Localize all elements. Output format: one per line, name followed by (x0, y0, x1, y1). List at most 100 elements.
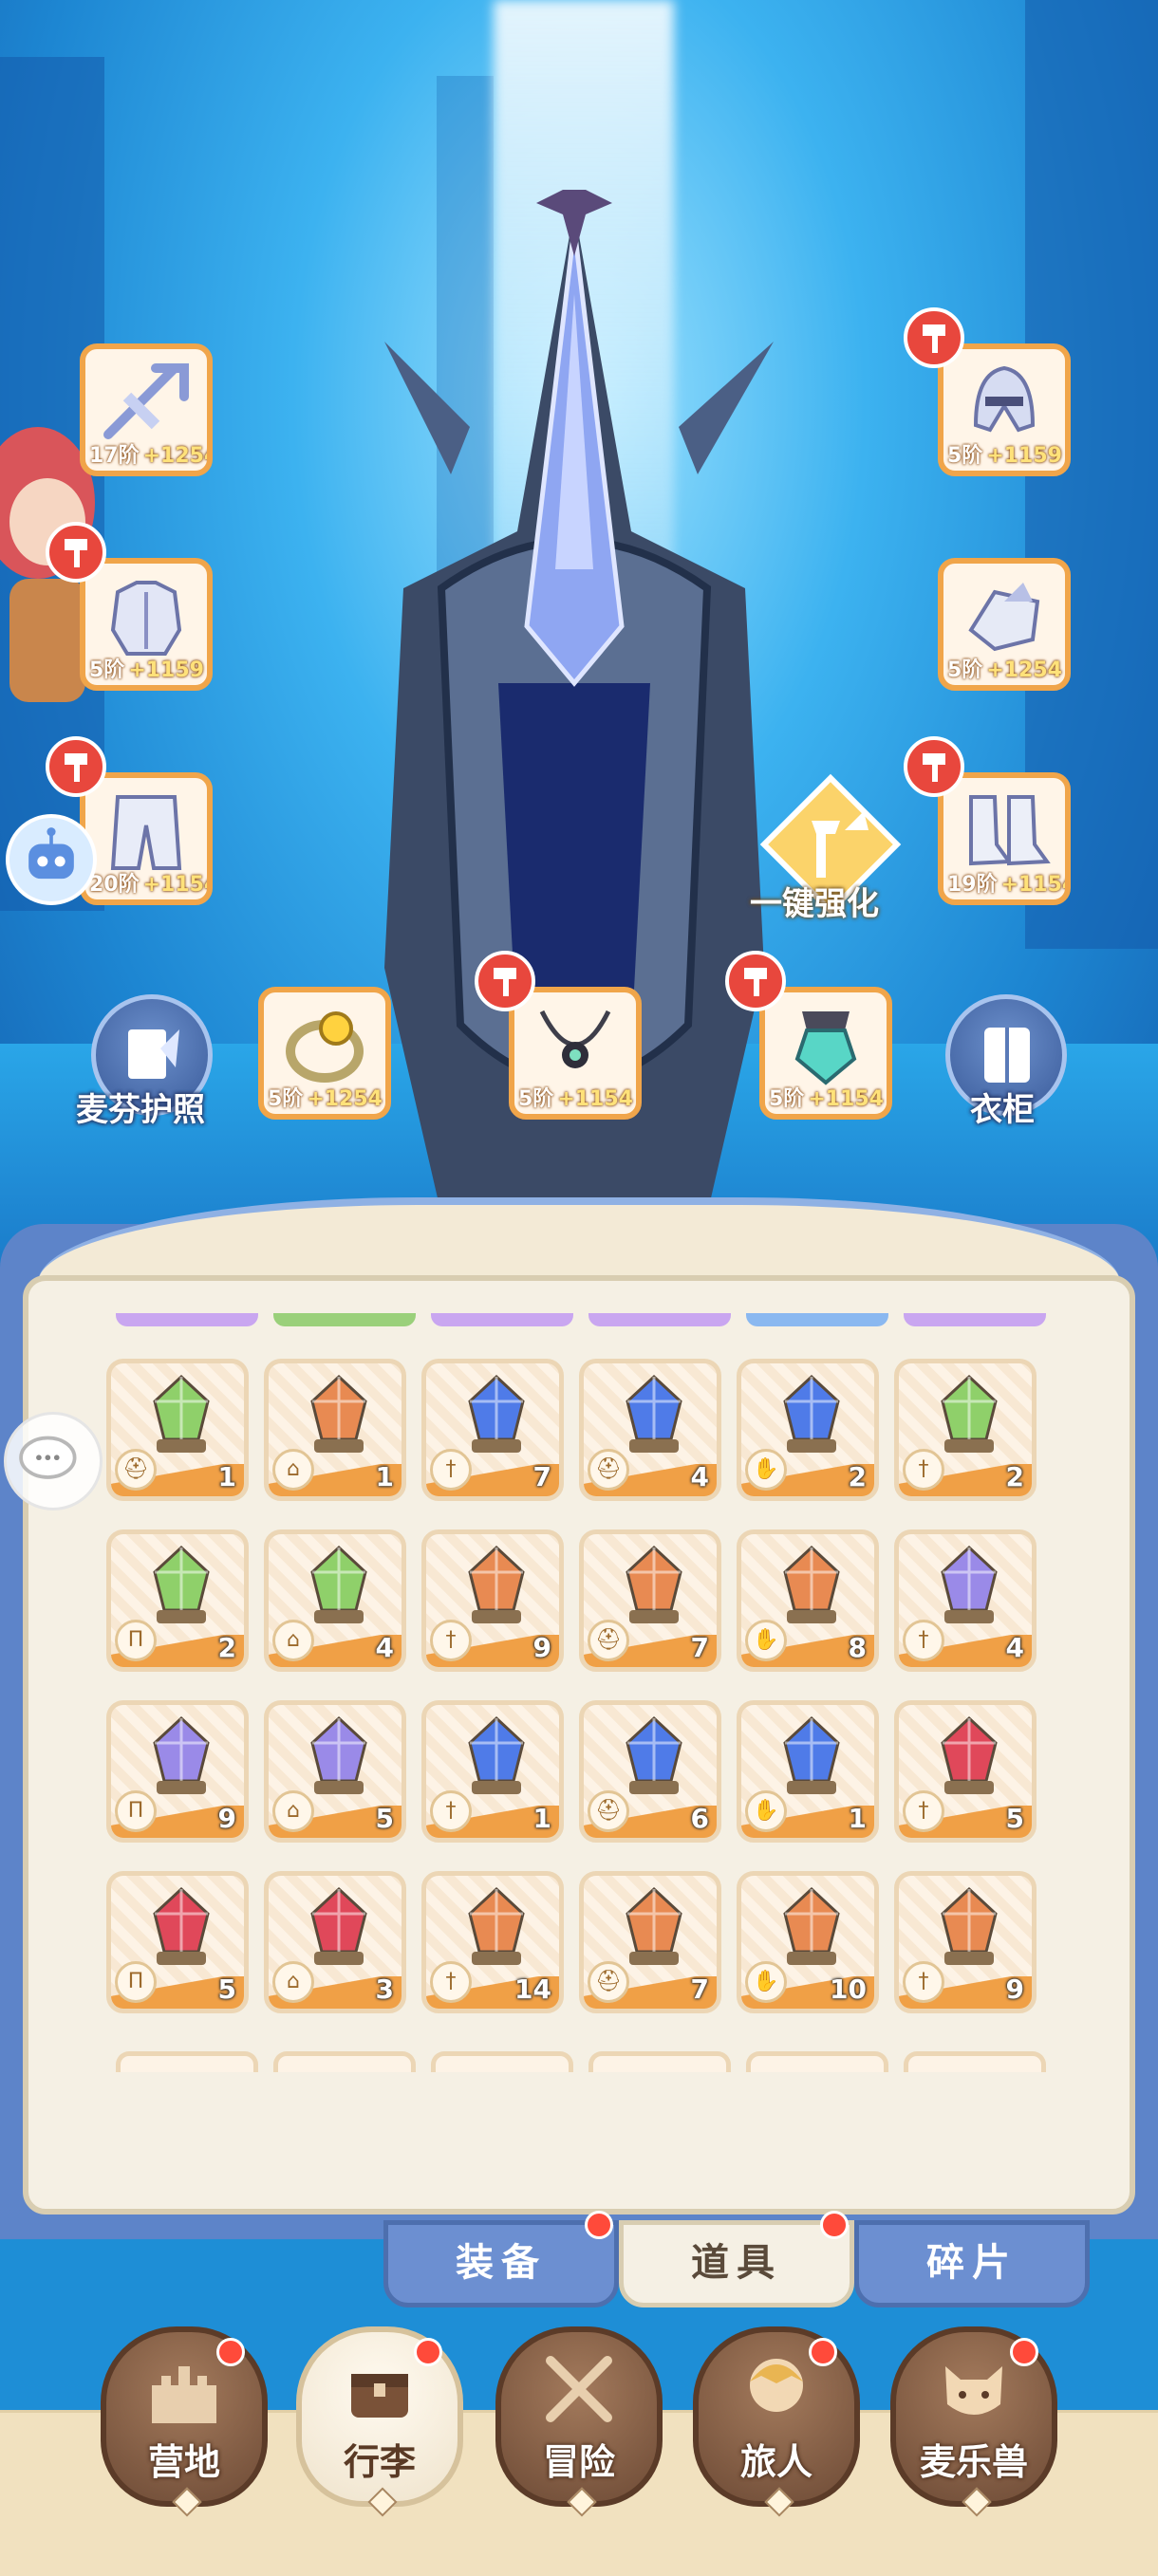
pants-icon (110, 795, 182, 870)
tab-fragments[interactable]: 碎片 (854, 2220, 1090, 2307)
equip-tier: 20阶 (89, 873, 140, 897)
gloves-icon (968, 583, 1040, 652)
inventory-item[interactable]: † 14 (421, 1871, 564, 2013)
inventory-item[interactable]: ⌂ 1 (264, 1359, 406, 1501)
inventory-item[interactable]: † 4 (894, 1529, 1037, 1672)
item-count: 5 (1005, 1803, 1024, 1834)
inventory-item[interactable]: † 7 (421, 1359, 564, 1501)
upgrade-hammer-icon[interactable] (725, 951, 786, 1011)
inventory-item[interactable]: † 2 (894, 1359, 1037, 1501)
slot-sword-icon: † (430, 1790, 472, 1832)
gem-purple-icon (153, 1715, 210, 1794)
slot-gloves-icon: ✋ (745, 1961, 787, 2003)
slot-sword-icon: † (903, 1961, 944, 2003)
inventory-item[interactable]: Π5 (106, 1871, 249, 2013)
equip-slot-gloves[interactable]: 5阶 +1254 (938, 558, 1071, 691)
partial-item-top (273, 1313, 416, 1326)
enhance-all-label[interactable]: 一键强化 (750, 878, 879, 924)
item-count: 1 (375, 1461, 394, 1492)
helmet-icon (973, 365, 1036, 433)
equip-slot-ring[interactable]: 5阶 +1254 (258, 987, 391, 1120)
tab-equipment[interactable]: 装备 (383, 2220, 619, 2307)
chest-icon (351, 2374, 408, 2418)
inventory-item[interactable]: † 5 (894, 1700, 1037, 1843)
upgrade-hammer-icon[interactable] (46, 522, 106, 583)
item-count: 7 (690, 1632, 709, 1663)
slot-sword-icon: † (430, 1620, 472, 1661)
gem-blue-icon (626, 1715, 682, 1794)
notification-badge (414, 2338, 442, 2366)
gem-orange-icon (626, 1545, 682, 1623)
equip-bonus: +1254 (307, 1087, 383, 1111)
item-count: 1 (217, 1461, 236, 1492)
upgrade-hammer-icon[interactable] (904, 736, 964, 797)
ring-icon (286, 1011, 364, 1083)
inventory-item[interactable]: † 1 (421, 1700, 564, 1843)
inventory-item[interactable]: ⌂ 5 (264, 1700, 406, 1843)
nav-label: 行李 (343, 2441, 416, 2483)
inventory-item[interactable]: † 9 (421, 1529, 564, 1672)
item-count: 1 (848, 1803, 867, 1834)
item-count: 5 (375, 1803, 394, 1834)
equip-slot-weapon[interactable]: 17阶+1254 (80, 343, 213, 476)
partial-item-top (746, 1313, 888, 1326)
slot-sword-icon: † (903, 1620, 944, 1661)
inventory-item[interactable]: ⛑ 1 (106, 1359, 249, 1501)
slot-helmet-icon: ⛑ (588, 1961, 629, 2003)
inventory-item[interactable]: ✋ 1 (737, 1700, 879, 1843)
amulet-icon (794, 1011, 857, 1085)
equip-tier: 5阶 (947, 444, 983, 468)
upgrade-hammer-icon[interactable] (475, 951, 535, 1011)
inventory-grid: ⛑ 1 ⌂ 1 † 7 ⛑ 4 ✋ 2 † 2 Π 2 ⌂ 4 † 9 ⛑ 7 ✋ 8 † 4 Π 9 ⌂ 5 † 1 ⛑ 6 ✋ 1 † 5 Π 5 ⌂ 3… (106, 1359, 1037, 2013)
inventory-item[interactable]: ⛑ 6 (579, 1700, 721, 1843)
notification-badge (216, 2338, 245, 2366)
gem-red-icon (941, 1715, 998, 1794)
nav-adventure[interactable]: 冒险 (495, 2326, 663, 2517)
slot-pants-icon: Π (115, 1790, 157, 1832)
upgrade-hammer-icon[interactable] (46, 736, 106, 797)
necklace-icon (539, 1010, 611, 1068)
inventory-item[interactable]: ⌂ 4 (264, 1529, 406, 1672)
partial-item-top (116, 1313, 258, 1326)
boots-icon (969, 795, 1051, 866)
inventory-grid-viewport[interactable]: ⛑ 1 ⌂ 1 † 7 ⛑ 4 ✋ 2 † 2 Π 2 ⌂ 4 † 9 ⛑ 7 ✋ 8 † 4 Π 9 ⌂ 5 † 1 ⛑ 6 ✋ 1 † 5 Π 5 ⌂ 3… (106, 1313, 1055, 2072)
inventory-item[interactable]: ⌂ 3 (264, 1871, 406, 2013)
equip-tier: 5阶 (769, 1087, 805, 1111)
inventory-item[interactable]: Π2 (106, 1529, 249, 1672)
cat-icon (945, 2366, 1002, 2415)
slot-helmet-icon: ⛑ (115, 1449, 157, 1491)
gem-red-icon (310, 1886, 367, 1965)
notification-badge (820, 2211, 849, 2239)
inventory-item[interactable]: ⛑ 4 (579, 1359, 721, 1501)
nav-label: 冒险 (542, 2441, 615, 2483)
castle-icon (152, 2366, 216, 2423)
inventory-item[interactable]: ⛑ 7 (579, 1871, 721, 2013)
upgrade-hammer-icon[interactable] (904, 307, 964, 368)
item-count: 3 (375, 1974, 394, 2005)
gem-orange-icon (310, 1374, 367, 1453)
gem-orange-icon (941, 1886, 998, 1965)
inventory-item[interactable]: Π9 (106, 1700, 249, 1843)
item-count: 10 (830, 1974, 867, 2005)
item-count: 2 (1005, 1461, 1024, 1492)
equip-tier: 5阶 (268, 1087, 304, 1111)
item-count: 9 (217, 1803, 236, 1834)
inventory-item[interactable]: † 9 (894, 1871, 1037, 2013)
slot-sword-icon: † (903, 1790, 944, 1832)
slot-helmet-icon: ⛑ (588, 1449, 629, 1491)
slot-gloves-icon: ✋ (745, 1620, 787, 1661)
inventory-item[interactable]: ✋ 8 (737, 1529, 879, 1672)
inventory-item[interactable]: ⛑ 7 (579, 1529, 721, 1672)
character-icon (750, 2359, 803, 2412)
assistant-robot-button[interactable] (6, 814, 97, 905)
inventory-item[interactable]: ✋ 10 (737, 1871, 879, 2013)
crossed-swords-icon (546, 2356, 612, 2422)
chat-button[interactable] (4, 1412, 103, 1510)
inventory-item[interactable]: ✋ 2 (737, 1359, 879, 1501)
item-count: 7 (690, 1974, 709, 2005)
item-count: 4 (375, 1632, 394, 1663)
notification-badge (585, 2211, 613, 2239)
tab-items[interactable]: 道具 (619, 2220, 854, 2307)
armor-icon (110, 581, 182, 656)
slot-helmet-icon: ⛑ (588, 1620, 629, 1661)
